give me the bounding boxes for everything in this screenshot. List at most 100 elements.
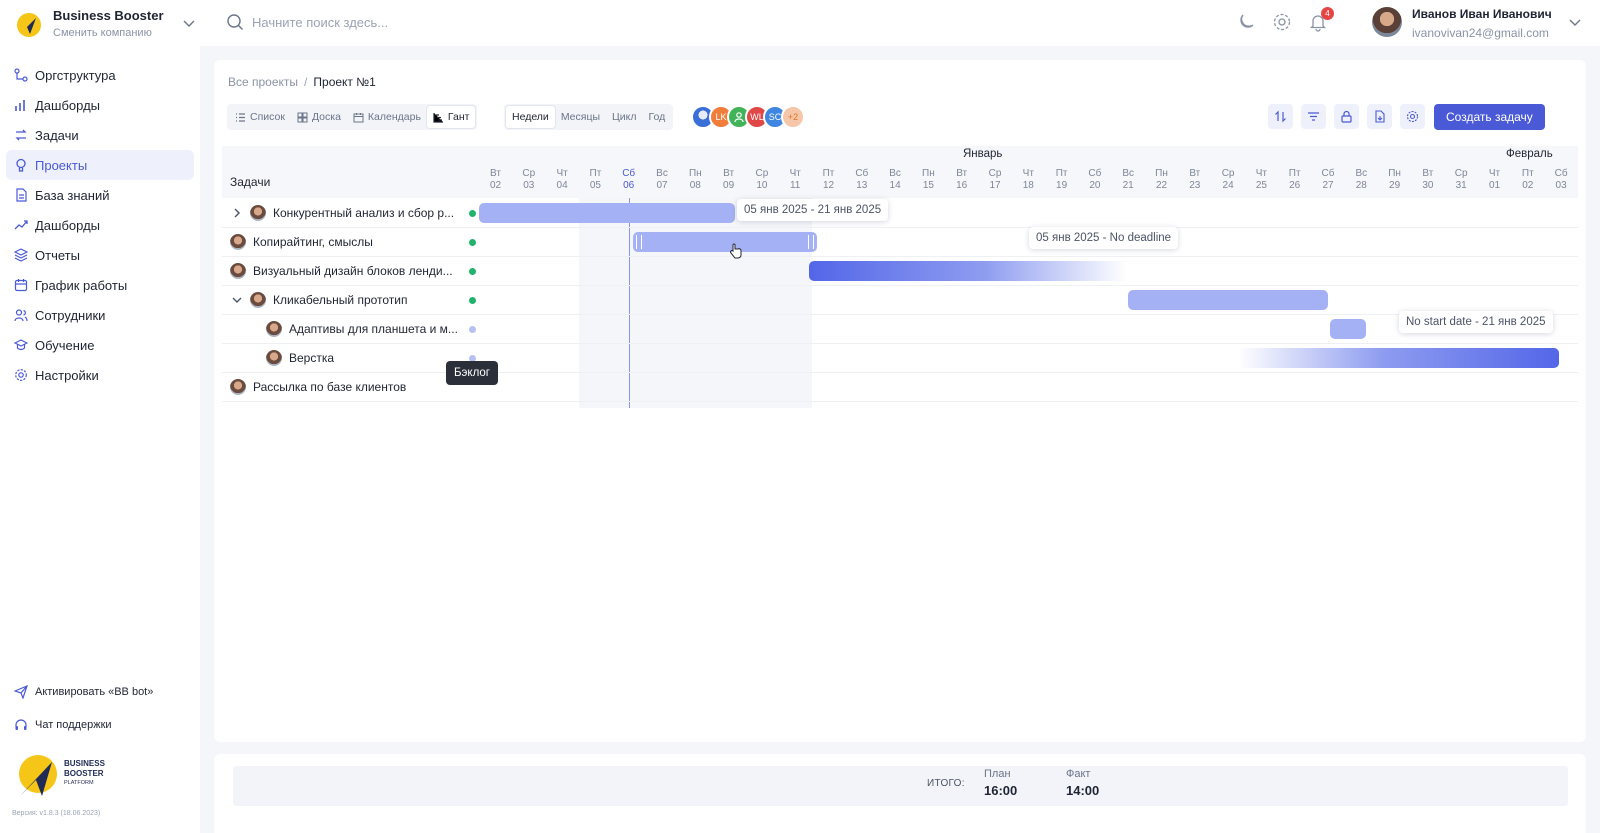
support-chat-label: Чат поддержки xyxy=(35,718,112,731)
period-weeks-button[interactable]: Недели xyxy=(506,106,555,128)
day-column-header: Чт 18 xyxy=(1012,168,1045,192)
company-switcher[interactable]: Business Booster Сменить компанию xyxy=(14,8,200,42)
date-label: 29 xyxy=(1389,180,1401,191)
task-bar[interactable] xyxy=(1238,348,1559,368)
task-bar[interactable] xyxy=(633,232,817,252)
totals-footer: ИТОГО: План 16:00 Факт 14:00 xyxy=(214,754,1586,833)
chevron-down-icon[interactable] xyxy=(230,293,244,307)
fact-label: Факт xyxy=(1066,768,1091,780)
task-name[interactable]: Верстка xyxy=(289,351,334,365)
task-bar[interactable] xyxy=(1128,290,1328,310)
sidebar-item-knowledge-base[interactable]: База знаний xyxy=(6,180,194,210)
table-row[interactable]: Адаптивы для планшета и м... No start da… xyxy=(222,311,1578,344)
chart-bars-icon xyxy=(14,98,28,112)
search-bar[interactable] xyxy=(226,13,652,31)
sidebar-item-employees[interactable]: Сотрудники xyxy=(6,300,194,330)
weekday-label: Ср xyxy=(1454,168,1468,179)
sidebar-item-schedule[interactable]: График работы xyxy=(6,270,194,300)
breadcrumb-current: Проект №1 xyxy=(313,75,376,89)
period-cycle-button[interactable]: Цикл xyxy=(606,106,642,128)
sidebar-item-learning[interactable]: Обучение xyxy=(6,330,194,360)
sidebar-item-orgstructure[interactable]: Оргструктура xyxy=(6,60,194,90)
task-cell: Рассылка по базе клиентов xyxy=(230,372,406,402)
create-task-button[interactable]: Создать задачу xyxy=(1434,104,1545,130)
breadcrumb-all-projects[interactable]: Все проекты xyxy=(228,75,298,89)
weekday-label: Ср xyxy=(522,168,536,179)
task-bar[interactable] xyxy=(479,203,735,223)
gear-icon[interactable] xyxy=(1272,12,1292,32)
task-name[interactable]: Копирайтинг, смыслы xyxy=(253,235,373,249)
view-list-label: Список xyxy=(250,111,285,123)
user-menu[interactable]: Иванов Иван Иванович ivanovivan24@gmail.… xyxy=(1372,7,1600,41)
weekday-label: Чт xyxy=(1022,168,1034,179)
chevron-down-icon[interactable] xyxy=(182,16,196,30)
table-row[interactable]: Рассылка по базе клиентов xyxy=(222,372,1578,402)
table-row[interactable]: Копирайтинг, смыслы 05 янв 2025 - No dea… xyxy=(222,227,1578,259)
sort-button[interactable] xyxy=(1268,104,1293,129)
sidebar-item-dashboards-2[interactable]: Дашборды xyxy=(6,210,194,240)
day-column-header: Пн 08 xyxy=(679,168,712,192)
activate-bot-link[interactable]: Активировать «BB bot» xyxy=(10,675,190,708)
task-name[interactable]: Кликабельный прототип xyxy=(273,293,408,307)
view-list-button[interactable]: Список xyxy=(229,106,291,128)
table-row[interactable]: Кликабельный прототип xyxy=(222,285,1578,315)
tasks-icon xyxy=(14,128,28,142)
status-dot xyxy=(469,326,476,333)
support-chat-link[interactable]: Чат поддержки xyxy=(10,708,190,741)
sidebar-item-reports[interactable]: Отчеты xyxy=(6,240,194,270)
view-gantt-button[interactable]: Гант xyxy=(426,106,476,128)
day-column-header: Пт 26 xyxy=(1278,168,1311,192)
search-input[interactable] xyxy=(252,14,652,30)
weekday-label: Чт xyxy=(556,168,568,179)
task-bar[interactable] xyxy=(1330,319,1366,339)
task-cell: Копирайтинг, смыслы xyxy=(230,227,373,257)
period-year-button[interactable]: Год xyxy=(643,106,672,128)
date-label: 27 xyxy=(1322,180,1334,191)
view-board-button[interactable]: Доска xyxy=(291,106,347,128)
backlog-tooltip: Бэклог xyxy=(446,361,499,385)
task-name[interactable]: Визуальный дизайн блоков ленди... xyxy=(253,264,453,278)
weekday-label: Вс xyxy=(1355,168,1368,179)
table-row[interactable]: Верстка xyxy=(222,343,1578,373)
date-label: 12 xyxy=(822,180,835,191)
view-calendar-button[interactable]: Календарь xyxy=(347,106,427,128)
day-column-header: Вт 09 xyxy=(712,168,745,192)
trend-icon xyxy=(14,218,28,232)
sidebar-item-projects[interactable]: Проекты xyxy=(6,150,194,180)
lock-button[interactable] xyxy=(1334,104,1359,129)
task-name[interactable]: Рассылка по базе клиентов xyxy=(253,380,406,394)
resize-handle-left[interactable] xyxy=(636,235,642,249)
sidebar-item-dashboards[interactable]: Дашборды xyxy=(6,90,194,120)
day-column-header: Вт 30 xyxy=(1411,168,1444,192)
settings-button[interactable] xyxy=(1400,104,1425,129)
notifications-button[interactable]: 4 xyxy=(1308,7,1334,32)
chevron-right-icon[interactable] xyxy=(230,206,244,220)
date-label: 02 xyxy=(489,180,502,191)
period-months-button[interactable]: Месяцы xyxy=(555,106,606,128)
task-bar[interactable] xyxy=(809,261,1127,281)
weekday-label: Вт xyxy=(490,168,501,179)
moon-icon[interactable] xyxy=(1236,12,1256,32)
day-column-header: Ср 17 xyxy=(979,168,1012,192)
weekday-label: Пн xyxy=(688,168,702,179)
resize-handle-right[interactable] xyxy=(808,235,814,249)
task-name[interactable]: Адаптивы для планшета и м... xyxy=(289,322,458,336)
weekday-label: Чт xyxy=(1255,168,1268,179)
table-row[interactable]: Конкурентный анализ и сбор р... 05 янв 2… xyxy=(222,198,1578,228)
plan-total: План 16:00 xyxy=(984,768,1017,798)
sort-icon xyxy=(1275,110,1286,123)
date-label: 23 xyxy=(1189,180,1201,191)
weekday-label: Чт xyxy=(789,168,801,179)
export-button[interactable] xyxy=(1367,104,1392,129)
task-name[interactable]: Конкурентный анализ и сбор р... xyxy=(273,206,454,220)
project-members[interactable]: LK WL SC +2 xyxy=(691,105,805,129)
weekday-label: Вс xyxy=(656,168,668,179)
org-icon xyxy=(14,68,28,82)
sidebar-item-tasks[interactable]: Задачи xyxy=(6,120,194,150)
sidebar-item-settings[interactable]: Настройки xyxy=(6,360,194,390)
switch-company-link[interactable]: Сменить компанию xyxy=(53,27,152,39)
chevron-down-icon[interactable] xyxy=(1568,15,1582,29)
task-cell: Конкурентный анализ и сбор р... xyxy=(230,198,454,228)
filter-button[interactable] xyxy=(1301,104,1326,129)
table-row[interactable]: Визуальный дизайн блоков ленди... xyxy=(222,256,1578,286)
